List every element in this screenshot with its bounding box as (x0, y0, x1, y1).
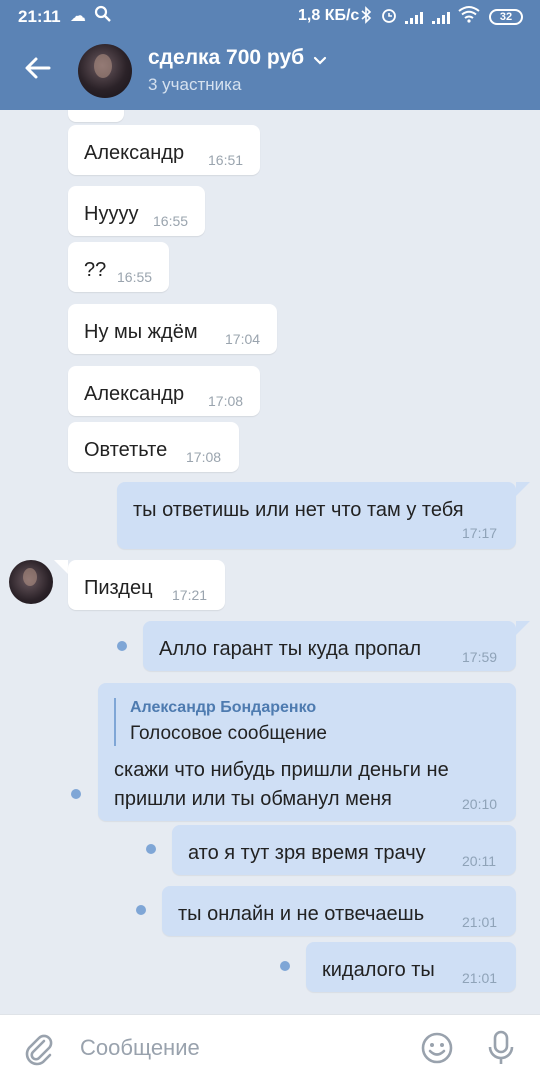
reply-quote-bar (114, 698, 116, 746)
search-icon (94, 5, 112, 28)
message-text: ато я тут зря время трачу (188, 842, 426, 864)
message-text: ты онлайн и не отвечаешь (178, 903, 425, 925)
message-bubble[interactable]: Овтетьте 17:08 (68, 422, 239, 472)
message-bubble[interactable]: Пиздец 17:21 (68, 560, 225, 610)
bubble-tail (516, 621, 530, 635)
message-time: 17:08 (208, 393, 244, 409)
message-text-line: пришли или ты обманул меня (114, 788, 392, 810)
message-bubble[interactable]: ?? 16:55 (68, 242, 169, 292)
wifi-icon (458, 5, 480, 28)
signal-icon (432, 12, 454, 24)
message-bubble-partial[interactable] (68, 110, 124, 122)
sender-avatar[interactable] (9, 560, 53, 604)
message-time: 17:21 (172, 587, 208, 603)
message-bubble[interactable]: Алло гарант ты куда пропал 17:59 (143, 621, 516, 671)
message-time: 17:08 (186, 449, 222, 465)
cloud-icon: ☁ (70, 8, 86, 25)
message-text: ты ответишь или нет что там у тебя (133, 499, 464, 521)
message-bubble[interactable]: Александр 16:51 (68, 125, 260, 175)
chat-header: сделка 700 руб 3 участника (0, 34, 540, 110)
message-time: 21:01 (462, 970, 498, 986)
status-time: 21:11 (18, 7, 61, 26)
message-time: 21:01 (462, 914, 498, 930)
message-text: Овтетьте (84, 439, 168, 461)
chat-participants: 3 участника (148, 75, 242, 94)
message-text-line: скажи что нибудь пришли деньги не (114, 759, 449, 781)
message-bubble[interactable]: Александр 17:08 (68, 366, 260, 416)
status-bar: 21:11 ☁ 1,8 КБ/с 32 (0, 0, 540, 34)
message-time: 17:59 (462, 649, 498, 665)
message-bubble-reply[interactable]: Александр Бондаренко Голосовое сообщение… (98, 683, 516, 821)
message-text: ?? (84, 259, 107, 281)
message-input[interactable]: Сообщение (80, 1035, 200, 1061)
back-arrow-icon[interactable] (22, 52, 54, 84)
bubble-tail (54, 560, 68, 574)
chevron-down-icon[interactable] (312, 52, 328, 68)
bluetooth-icon (360, 6, 372, 28)
emoji-icon[interactable] (420, 1031, 454, 1065)
message-bubble[interactable]: ты ответишь или нет что там у тебя 17:17 (117, 482, 516, 549)
message-bubble[interactable]: ты онлайн и не отвечаешь 21:01 (162, 886, 516, 936)
message-text: Александр (84, 383, 185, 405)
message-bubble[interactable]: ато я тут зря время трачу 20:11 (172, 825, 516, 875)
message-time: 16:51 (208, 152, 244, 168)
chat-avatar[interactable] (78, 44, 132, 98)
attach-icon[interactable] (22, 1032, 56, 1066)
signal-icon (405, 12, 427, 24)
unread-dot (136, 905, 146, 915)
message-text: Александр (84, 142, 185, 164)
message-bubble[interactable]: Нуууу 16:55 (68, 186, 205, 236)
reply-author[interactable]: Александр Бондаренко (130, 699, 316, 717)
message-bubble[interactable]: Ну мы ждём 17:04 (68, 304, 277, 354)
message-time: 20:10 (462, 796, 498, 812)
chat-title[interactable]: сделка 700 руб (148, 46, 304, 70)
message-text: Ну мы ждём (84, 321, 198, 343)
message-text: кидалого ты (322, 959, 435, 981)
message-bubble[interactable]: кидалого ты 21:01 (306, 942, 516, 992)
message-text: Нуууу (84, 203, 139, 225)
unread-dot (280, 961, 290, 971)
message-time: 17:17 (462, 525, 498, 541)
top-bar: 21:11 ☁ 1,8 КБ/с 32 сделка 700 руб 3 уча… (0, 0, 540, 110)
message-time: 17:04 (225, 331, 261, 347)
unread-dot (146, 844, 156, 854)
microphone-icon[interactable] (484, 1029, 518, 1067)
message-text: Пиздец (84, 577, 153, 599)
bubble-tail (516, 482, 530, 496)
battery-icon: 32 (489, 9, 523, 25)
message-text: Алло гарант ты куда пропал (159, 638, 422, 660)
alarm-icon (380, 6, 398, 28)
message-time: 16:55 (153, 213, 189, 229)
unread-dot (71, 789, 81, 799)
message-time: 20:11 (462, 853, 496, 869)
network-speed: 1,8 КБ/с (298, 7, 360, 24)
message-list[interactable]: Александр 16:51 Нуууу 16:55 ?? 16:55 Ну … (0, 110, 540, 1014)
reply-preview[interactable]: Голосовое сообщение (130, 723, 327, 745)
message-text: скажи что нибудь пришли деньги не пришли… (114, 756, 449, 814)
message-composer: Сообщение (0, 1014, 540, 1080)
message-time: 16:55 (117, 269, 153, 285)
unread-dot (117, 641, 127, 651)
